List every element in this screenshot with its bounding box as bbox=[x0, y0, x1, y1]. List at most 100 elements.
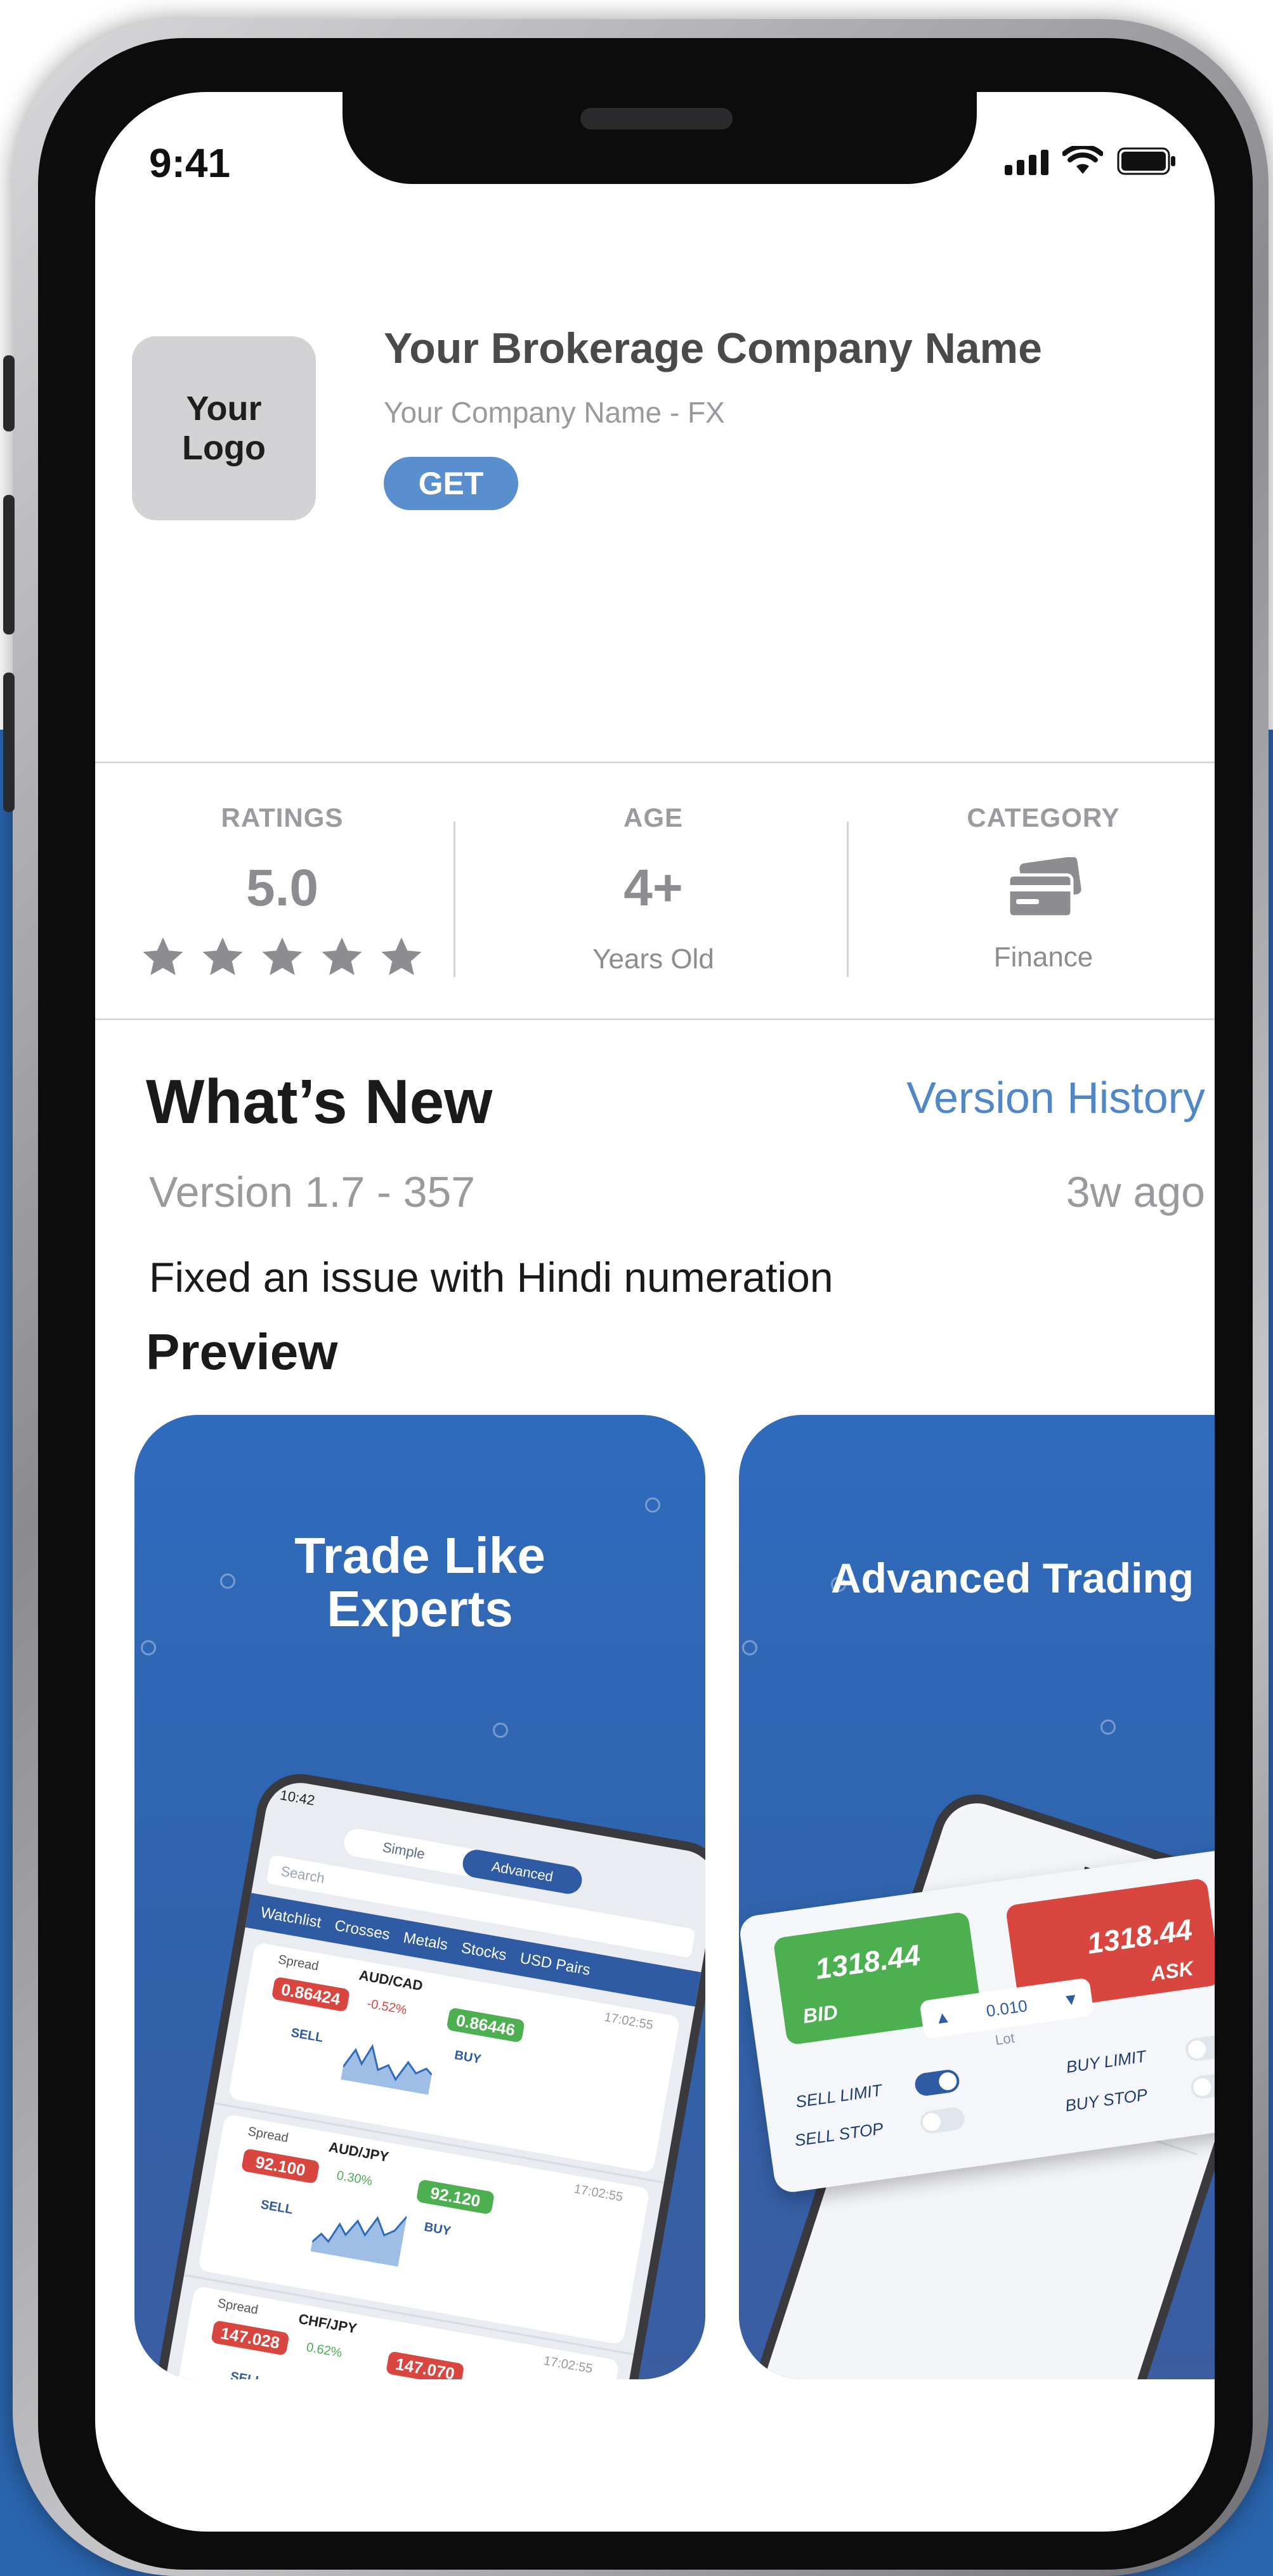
age-caption: Years Old bbox=[592, 943, 714, 975]
star-icon bbox=[381, 937, 422, 975]
divider-top bbox=[95, 761, 1215, 763]
app-title: Your Brokerage Company Name bbox=[384, 324, 1042, 372]
wifi-icon bbox=[1062, 146, 1103, 175]
volume-up-button bbox=[3, 495, 15, 634]
status-time: 9:41 bbox=[149, 140, 231, 186]
app-subtitle: Your Company Name - FX bbox=[384, 396, 725, 429]
preview-card-2[interactable]: Advanced Trading EUR/USD 1318.44 BID 131… bbox=[739, 1415, 1215, 2379]
divider-mid bbox=[95, 1018, 1215, 1020]
buy-price[interactable]: 92.120 bbox=[415, 2179, 495, 2215]
mini-status-time: 10:42 bbox=[278, 1787, 317, 1809]
whats-new-title: What’s New bbox=[146, 1067, 493, 1136]
info-separator bbox=[847, 822, 849, 977]
star-icon bbox=[143, 937, 183, 975]
sell-price[interactable]: 0.86424 bbox=[271, 1976, 351, 2013]
sell-button[interactable]: SELL bbox=[290, 2026, 324, 2046]
category-label: CATEGORY bbox=[967, 803, 1120, 832]
release-note: Fixed an issue with Hindi numeration bbox=[149, 1254, 833, 1301]
cards-icon bbox=[1007, 856, 1081, 919]
version-history-link[interactable]: Version History bbox=[906, 1072, 1205, 1123]
get-button[interactable]: GET bbox=[384, 457, 518, 510]
star-icon bbox=[322, 937, 362, 975]
quote-change: -0.52% bbox=[365, 1996, 408, 2018]
star-icon bbox=[202, 937, 243, 975]
quote-time: 17:02:55 bbox=[603, 2010, 655, 2033]
buy-price[interactable]: 0.86446 bbox=[446, 2007, 525, 2043]
increase-icon[interactable]: ▲ bbox=[933, 2006, 952, 2028]
preview-phone-1: 10:42 Simple Advanced Search Watchlist C… bbox=[134, 1767, 705, 2379]
sell-limit-toggle[interactable] bbox=[913, 2068, 961, 2098]
ask-label: ASK bbox=[1149, 1956, 1195, 1985]
sell-price[interactable]: 92.100 bbox=[240, 2148, 320, 2185]
decrease-icon[interactable]: ▼ bbox=[1061, 1988, 1080, 2010]
version-label: Version 1.7 - 357 bbox=[149, 1168, 476, 1216]
battery-icon bbox=[1117, 147, 1177, 175]
quote-change: 0.30% bbox=[336, 2168, 374, 2189]
buy-button[interactable]: BUY bbox=[454, 2048, 482, 2067]
lot-label: Lot bbox=[994, 2030, 1016, 2049]
buy-price[interactable]: 147.070 bbox=[385, 2351, 465, 2379]
bid-value: 1318.44 bbox=[813, 1938, 922, 1986]
tab-watchlist[interactable]: Watchlist bbox=[259, 1903, 323, 1931]
app-logo: Your Logo bbox=[132, 336, 316, 520]
decor-dot bbox=[645, 1497, 660, 1513]
age-label: AGE bbox=[623, 803, 683, 832]
ratings-section: RATINGS 5.0 bbox=[105, 803, 460, 980]
volume-down-button bbox=[3, 673, 15, 812]
quote-pair: AUD/JPY bbox=[327, 2138, 390, 2165]
category-caption: Finance bbox=[993, 942, 1093, 973]
buy-stop-toggle[interactable] bbox=[1189, 2071, 1215, 2100]
preview-title: Preview bbox=[146, 1324, 338, 1380]
decor-dot bbox=[493, 1723, 508, 1738]
age-value: 4+ bbox=[623, 859, 683, 917]
sell-price[interactable]: 147.028 bbox=[211, 2320, 290, 2356]
speaker-grille bbox=[580, 108, 733, 129]
star-icon bbox=[262, 937, 303, 975]
silent-switch bbox=[3, 355, 15, 431]
ratings-label: RATINGS bbox=[221, 803, 344, 832]
tab-stocks[interactable]: Stocks bbox=[460, 1939, 508, 1964]
lot-value: 0.010 bbox=[984, 1995, 1029, 2021]
spread-label: Spread bbox=[277, 1952, 320, 1974]
quote-time: 17:02:55 bbox=[573, 2182, 624, 2205]
quote-time: 17:02:55 bbox=[542, 2353, 594, 2377]
sell-limit-option: SELL LIMIT bbox=[794, 2080, 884, 2112]
category-section: CATEGORY Finance bbox=[866, 803, 1215, 973]
tab-usd-pairs[interactable]: USD Pairs bbox=[519, 1949, 592, 1979]
mini-chart bbox=[341, 2044, 433, 2095]
trade-widget: 1318.44 BID 1318.44 ASK ▲ 0.010 ▼ Lot SE… bbox=[739, 1847, 1215, 2195]
buy-button[interactable]: BUY bbox=[423, 2220, 452, 2239]
rating-stars bbox=[105, 935, 460, 980]
toggle-advanced[interactable]: Advanced bbox=[460, 1847, 584, 1896]
sell-button[interactable]: SELL bbox=[229, 2369, 264, 2379]
spread-label: Spread bbox=[246, 2124, 290, 2146]
mini-chart bbox=[310, 2216, 408, 2267]
buy-stop-option: BUY STOP bbox=[1064, 2084, 1149, 2115]
buy-limit-option: BUY LIMIT bbox=[1064, 2046, 1147, 2077]
phone-notch bbox=[343, 92, 977, 184]
decor-dot bbox=[220, 1574, 235, 1589]
sell-button[interactable]: SELL bbox=[259, 2198, 294, 2218]
age-section: AGE 4+ Years Old bbox=[476, 803, 831, 975]
sell-stop-toggle[interactable] bbox=[918, 2106, 967, 2135]
tab-metals[interactable]: Metals bbox=[402, 1929, 449, 1954]
bid-label: BID bbox=[801, 2000, 839, 2028]
decor-dot bbox=[141, 1640, 156, 1655]
info-separator bbox=[454, 822, 455, 977]
preview-card-heading: Advanced Trading bbox=[831, 1554, 1194, 1601]
decor-dot bbox=[742, 1640, 757, 1655]
spread-label: Spread bbox=[216, 2296, 259, 2318]
toggle-simple[interactable]: Simple bbox=[342, 1827, 466, 1875]
quote-pair: CHF/JPY bbox=[297, 2310, 358, 2337]
phone-screen: 9:41 Your Logo Your Brokerage Company Na… bbox=[95, 92, 1215, 2532]
decor-dot bbox=[1100, 1719, 1116, 1735]
decor-dot bbox=[831, 1577, 846, 1592]
tab-crosses[interactable]: Crosses bbox=[333, 1917, 391, 1944]
preview-card-1[interactable]: Trade Like Experts 10:42 Simple Advanced… bbox=[134, 1415, 705, 2379]
ask-value: 1318.44 bbox=[1085, 1912, 1194, 1961]
quote-change: 0.62% bbox=[305, 2340, 343, 2361]
release-age: 3w ago bbox=[1066, 1168, 1205, 1216]
quote-pair: AUD/CAD bbox=[358, 1967, 424, 1994]
buy-limit-toggle[interactable] bbox=[1184, 2034, 1215, 2063]
sell-stop-option: SELL STOP bbox=[793, 2119, 885, 2150]
